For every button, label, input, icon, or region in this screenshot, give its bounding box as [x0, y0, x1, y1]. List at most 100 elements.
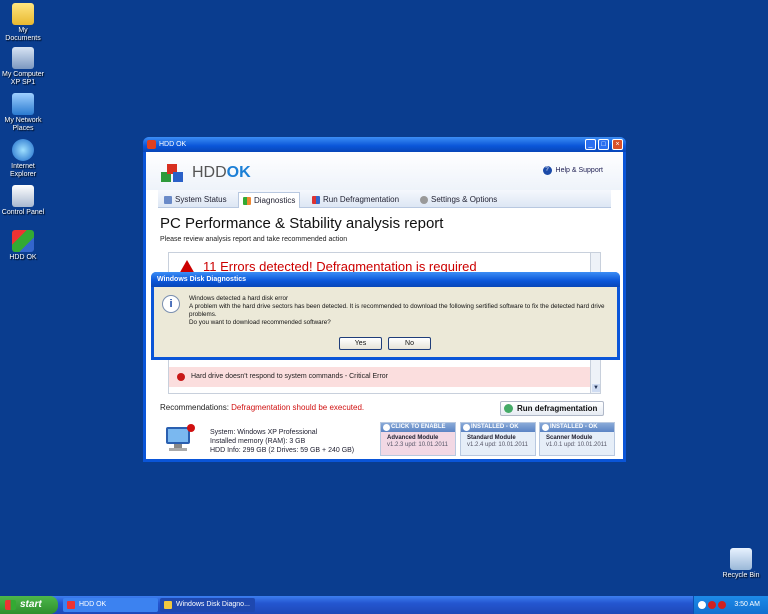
yes-button[interactable]: Yes: [339, 337, 382, 350]
folder-icon: [164, 601, 172, 609]
tab-bar: System Status Diagnostics Run Defragment…: [158, 190, 611, 208]
start-button[interactable]: start: [0, 596, 58, 614]
desktop-icon-label: HDD OK: [9, 254, 37, 261]
tab-label: System Status: [175, 195, 227, 204]
system-info: System: Windows XP Professional Installe…: [210, 428, 354, 455]
recommendations-label: Recommendations:: [160, 403, 229, 412]
shield-icon[interactable]: [708, 601, 716, 609]
desktop-icon-recycle-bin[interactable]: Recycle Bin: [718, 548, 764, 580]
tab-label: Diagnostics: [254, 195, 296, 205]
desktop-icon-label: My Computer XP SP1: [1, 71, 44, 86]
module-version: v1.2.3 upd: 10.01.2011: [387, 442, 448, 448]
clock: 3:50 AM: [734, 601, 760, 608]
chart-icon: [243, 196, 251, 205]
alert-icon[interactable]: [718, 601, 726, 609]
no-button[interactable]: No: [388, 337, 431, 350]
recommendations-value: Defragmentation should be executed.: [231, 403, 365, 412]
report-subtitle: Please review analysis report and take r…: [160, 236, 348, 243]
hddok-logo-icon: [161, 164, 183, 182]
help-label: Help & Support: [555, 167, 603, 174]
module-status: CLICK TO ENABLE: [391, 424, 446, 430]
document-icon: [164, 196, 172, 204]
desktop-icon-network[interactable]: My Network Places: [0, 93, 46, 133]
gear-icon: [420, 196, 428, 204]
close-button[interactable]: ×: [612, 139, 623, 150]
taskbar-item-hddok[interactable]: HDD OK: [63, 598, 158, 612]
info-icon: [542, 424, 549, 431]
run-defragmentation-button[interactable]: Run defragmentation: [500, 401, 605, 416]
windows-logo-icon: [5, 600, 16, 610]
dialog-message-line: Windows detected a hard disk error: [189, 295, 289, 302]
tab-diagnostics[interactable]: Diagnostics: [238, 192, 301, 208]
taskbar-item-disk-diagnostics[interactable]: Windows Disk Diagno...: [160, 598, 255, 612]
desktop-icon-ie[interactable]: Internet Explorer: [0, 139, 46, 179]
dialog-titlebar[interactable]: Windows Disk Diagnostics: [151, 272, 620, 287]
control-panel-icon: [12, 185, 34, 207]
info-icon: [383, 424, 390, 431]
desktop-icon-label: Internet Explorer: [9, 163, 37, 178]
hddok-icon: [67, 601, 75, 609]
info-icon: [463, 424, 470, 431]
maximize-button[interactable]: □: [598, 139, 609, 150]
module-name: Scanner Module: [546, 435, 593, 441]
report-title: PC Performance & Stability analysis repo…: [160, 215, 444, 232]
computer-icon: [12, 47, 34, 69]
window-title: HDD OK: [159, 141, 187, 148]
module-advanced[interactable]: CLICK TO ENABLE Advanced Module v1.2.3 u…: [380, 422, 456, 456]
list-item: Hard drive doesn't respond to system com…: [169, 367, 590, 387]
taskbar: start HDD OK Windows Disk Diagno... 3:50…: [0, 596, 768, 614]
network-icon[interactable]: [698, 601, 706, 609]
tab-run-defragmentation[interactable]: Run Defragmentation: [308, 192, 403, 208]
disk-diagnostics-dialog: Windows Disk Diagnostics i Windows detec…: [151, 272, 620, 360]
error-icon: [177, 373, 185, 381]
desktop-icon-hddok[interactable]: HDD OK: [0, 230, 46, 262]
dialog-message: Windows detected a hard disk error A pro…: [189, 295, 611, 327]
error-item-text: Hard drive doesn't respond to system com…: [191, 373, 389, 380]
tab-system-status[interactable]: System Status: [160, 192, 231, 208]
module-status: INSTALLED - OK: [550, 424, 598, 430]
help-icon: ?: [542, 166, 552, 175]
desktop-icon-label: Recycle Bin: [722, 572, 760, 579]
system-tray: 3:50 AM: [693, 596, 768, 614]
computer-icon: [166, 424, 195, 451]
desktop-icon-label: My Network Places: [4, 117, 42, 132]
system-info-hdd: HDD Info: 299 GB (2 Drives: 59 GB + 240 …: [210, 447, 355, 454]
start-label: start: [20, 599, 42, 610]
system-info-memory: Installed memory (RAM): 3 GB: [210, 438, 306, 445]
brand-name: HDDOK: [192, 164, 251, 181]
module-version: v1.2.4 upd: 10.01.2011: [467, 442, 528, 448]
minimize-button[interactable]: _: [585, 139, 596, 150]
dialog-title: Windows Disk Diagnostics: [157, 276, 247, 283]
desktop-icon-label: My Documents: [5, 27, 41, 42]
dialog-message-line: A problem with the hard drive sectors ha…: [189, 303, 605, 318]
module-version: v1.0.1 upd: 10.01.2011: [546, 442, 607, 448]
tab-label: Settings & Options: [431, 195, 498, 204]
help-support-link[interactable]: ? Help & Support: [542, 166, 603, 175]
run-icon: [504, 404, 513, 413]
info-icon: i: [162, 295, 180, 313]
desktop-icon-my-computer[interactable]: My Computer XP SP1: [0, 47, 46, 87]
window-titlebar[interactable]: HDD OK _ □ ×: [143, 137, 626, 152]
tab-settings[interactable]: Settings & Options: [416, 192, 501, 208]
module-status: INSTALLED - OK: [471, 424, 519, 430]
folder-icon: [12, 3, 34, 25]
scroll-down-icon[interactable]: ▼: [592, 384, 600, 392]
desktop-icon-label: Control Panel: [1, 209, 45, 216]
recommendations: Recommendations: Defragmentation should …: [160, 403, 364, 412]
desktop-icon-my-documents[interactable]: My Documents: [0, 3, 46, 43]
recycle-bin-icon: [730, 548, 752, 570]
module-standard[interactable]: INSTALLED - OK Standard Module v1.2.4 up…: [460, 422, 536, 456]
run-defragmentation-label: Run defragmentation: [517, 404, 598, 413]
module-name: Advanced Module: [387, 435, 439, 441]
defrag-icon: [312, 196, 320, 204]
taskbar-item-label: Windows Disk Diagno...: [176, 601, 250, 608]
taskbar-item-label: HDD OK: [79, 601, 107, 608]
desktop-icon-control-panel[interactable]: Control Panel: [0, 185, 46, 217]
ie-icon: [12, 139, 34, 161]
app-icon: [147, 140, 156, 149]
module-name: Standard Module: [467, 435, 516, 441]
tab-label: Run Defragmentation: [323, 195, 400, 204]
system-info-os: System: Windows XP Professional: [210, 429, 318, 436]
app-header: HDDOK ? Help & Support: [146, 152, 623, 190]
module-scanner[interactable]: INSTALLED - OK Scanner Module v1.0.1 upd…: [539, 422, 615, 456]
